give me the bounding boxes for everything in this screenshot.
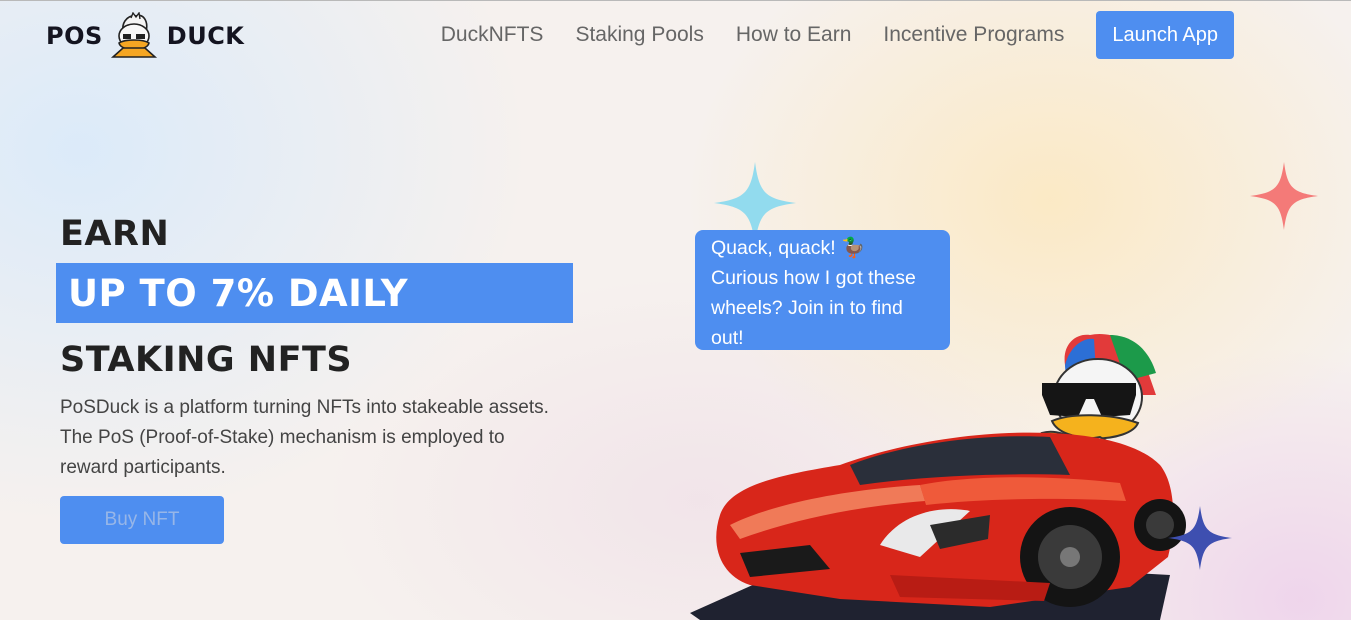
duck-car-illustration — [690, 333, 1186, 620]
launch-app-button[interactable]: Launch App — [1096, 11, 1234, 59]
buy-nft-button[interactable]: Buy NFT — [60, 496, 224, 544]
nav-incentive-programs[interactable]: Incentive Programs — [883, 23, 1064, 47]
hero-description: PoSDuck is a platform turning NFTs into … — [60, 397, 549, 478]
hero-line-earn: EARN — [60, 214, 170, 254]
nav-ducknfts[interactable]: DuckNFTS — [441, 23, 544, 47]
hero-highlight-text: UP TO 7% DAILY — [68, 271, 409, 315]
main-nav: DuckNFTS Staking Pools How to Earn Incen… — [441, 11, 1234, 59]
sparkle-navy-icon — [1168, 506, 1232, 570]
hero-highlight-band: UP TO 7% DAILY — [56, 263, 573, 323]
sparkle-red-icon — [1250, 162, 1318, 230]
logo-text-left: POS — [46, 22, 103, 50]
nav-staking-pools[interactable]: Staking Pools — [575, 23, 703, 47]
top-border — [0, 0, 1351, 1]
red-sports-car — [716, 432, 1186, 607]
logo[interactable]: POS DUCK — [46, 12, 244, 60]
duck-logo-icon — [110, 12, 157, 58]
hero-line-staking: STAKING NFTS — [60, 340, 353, 380]
nav-how-to-earn[interactable]: How to Earn — [736, 23, 852, 47]
logo-text-right: DUCK — [166, 22, 245, 50]
